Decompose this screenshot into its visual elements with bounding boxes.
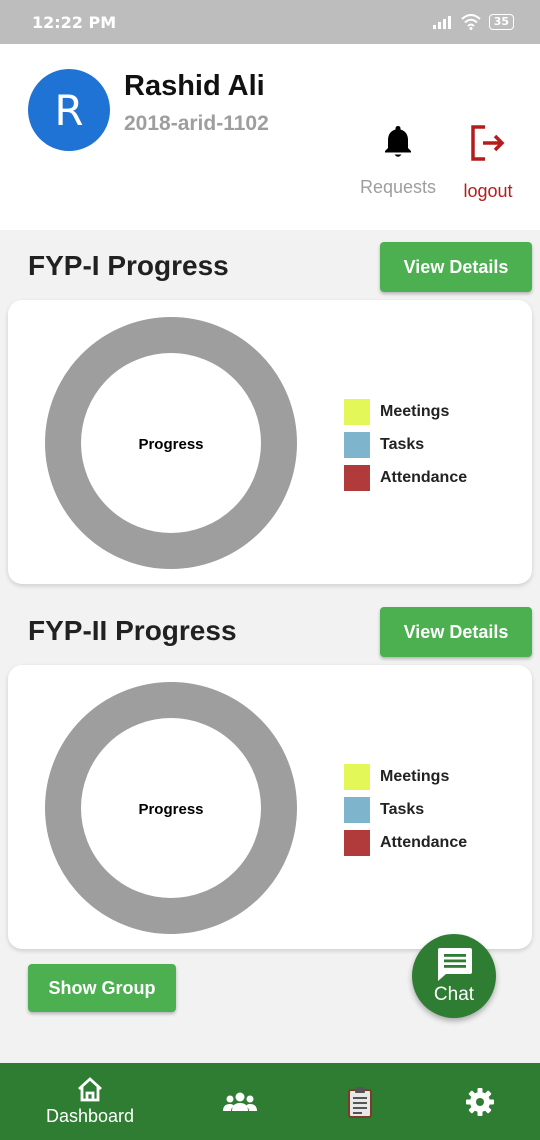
logout-button[interactable]: logout (452, 124, 524, 202)
bottom-nav: Dashboard (0, 1063, 540, 1140)
fyp1-legend: Meetings Tasks Attendance (344, 395, 467, 494)
fyp1-title: FYP-I Progress (28, 250, 229, 281)
avatar: R (28, 69, 110, 151)
legend-swatch (344, 464, 370, 491)
fyp2-progress-card: Progress Meetings Tasks Attendance (8, 665, 532, 949)
legend-label: Attendance (380, 468, 468, 486)
donut-center-label: Progress (138, 436, 203, 453)
fyp2-title: FYP-II Progress (28, 615, 237, 646)
bell-icon (385, 126, 411, 157)
nav-group[interactable] (210, 1063, 270, 1140)
requests-button[interactable]: Requests (352, 124, 444, 198)
fyp1-view-details-button[interactable]: View Details (380, 242, 532, 292)
legend-label: Meetings (380, 402, 450, 420)
battery-indicator: 35 (488, 14, 514, 30)
status-icons: 35 (432, 14, 514, 30)
profile-header: R Rashid Ali 2018-arid-1102 Requests log… (0, 44, 540, 230)
legend-item-attendance: Attendance (344, 461, 467, 494)
logout-label: logout (463, 181, 513, 201)
nav-settings[interactable] (450, 1063, 510, 1140)
fyp2-view-details-button[interactable]: View Details (380, 607, 532, 657)
clipboard-icon (348, 1086, 372, 1118)
wifi-icon (461, 14, 481, 30)
legend-swatch (344, 763, 370, 790)
legend-item-tasks: Tasks (344, 793, 467, 826)
home-icon (78, 1077, 102, 1102)
chat-label: Chat (433, 984, 475, 1005)
nav-tasks[interactable] (330, 1063, 390, 1140)
legend-swatch (344, 796, 370, 823)
logout-icon (471, 125, 505, 161)
donut-center-label: Progress (138, 801, 203, 818)
user-id: 2018-arid-1102 (124, 112, 269, 135)
chat-button[interactable]: Chat (412, 934, 496, 1018)
legend-item-tasks: Tasks (344, 428, 467, 461)
status-time: 12:22 PM (32, 12, 117, 32)
fyp2-progress-donut: Progress (45, 682, 297, 934)
legend-label: Tasks (380, 800, 425, 818)
show-group-button[interactable]: Show Group (28, 964, 176, 1012)
requests-label: Requests (359, 177, 437, 197)
user-name: Rashid Ali (124, 70, 265, 102)
status-bar: 12:22 PM 35 (0, 0, 540, 44)
fyp1-progress-card: Progress Meetings Tasks Attendance (8, 300, 532, 584)
legend-item-meetings: Meetings (344, 760, 467, 793)
legend-item-attendance: Attendance (344, 826, 467, 859)
legend-swatch (344, 431, 370, 458)
legend-label: Meetings (380, 767, 450, 785)
legend-label: Attendance (380, 833, 468, 851)
gear-icon (466, 1087, 494, 1116)
nav-dashboard[interactable]: Dashboard (30, 1063, 150, 1140)
group-icon (223, 1092, 257, 1111)
nav-dashboard-label: Dashboard (45, 1106, 135, 1126)
fyp2-legend: Meetings Tasks Attendance (344, 760, 467, 859)
signal-icon (432, 16, 451, 29)
legend-swatch (344, 829, 370, 856)
fyp1-progress-donut: Progress (45, 317, 297, 569)
legend-swatch (344, 398, 370, 425)
chat-icon (438, 948, 472, 981)
legend-item-meetings: Meetings (344, 395, 467, 428)
legend-label: Tasks (380, 435, 425, 453)
